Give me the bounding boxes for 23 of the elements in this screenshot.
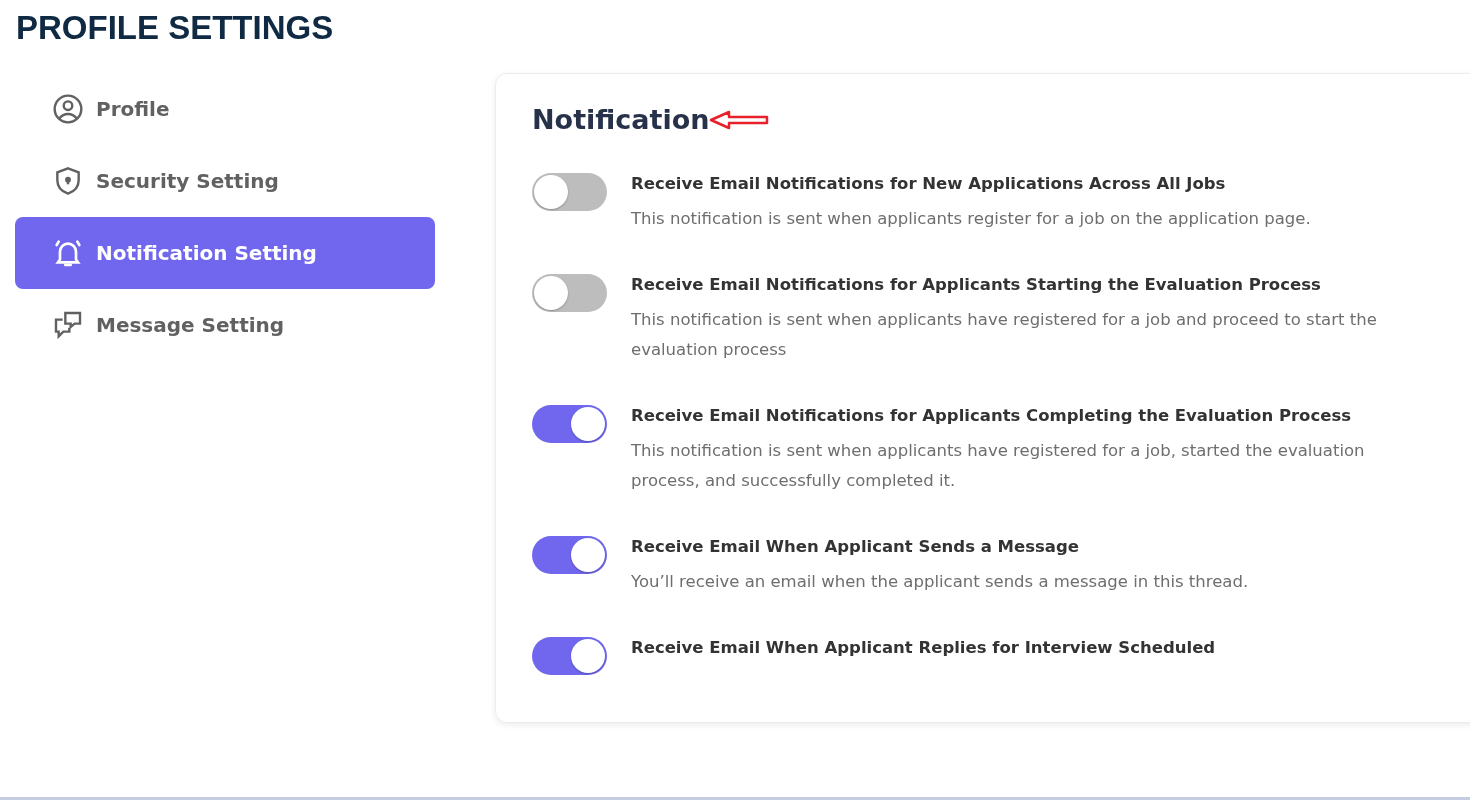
setting-title: Receive Email When Applicant Replies for Interview Scheduled — [631, 637, 1217, 659]
user-circle-icon — [52, 93, 84, 125]
setting-description: This notification is sent when applicants register for a job on the application page. — [631, 208, 1312, 230]
bell-icon — [52, 237, 84, 269]
sidebar-item[interactable]: Security Setting — [15, 145, 435, 217]
setting-description: This notification is sent when applicants have registered for a job and proceed to start the evaluation process — [631, 309, 1378, 361]
setting-title: Receive Email Notifications for New Applications Across All Jobs — [631, 173, 1227, 195]
setting-title: Receive Email When Applicant Sends a Message — [631, 536, 1080, 558]
toggle-switch[interactable] — [532, 274, 607, 312]
toggle-switch[interactable] — [532, 536, 607, 574]
panel-title: Notification — [532, 104, 710, 135]
setting-title: Receive Email Notifications for Applicants Starting the Evaluation Process — [631, 274, 1322, 296]
setting-description: This notification is sent when applicants have registered for a job, started the evaluation process, and successfully completed it. — [631, 440, 1366, 492]
chat-bubbles-icon — [52, 309, 84, 341]
toggle-switch[interactable] — [532, 173, 607, 211]
sidebar-item[interactable]: Notification Setting — [15, 217, 435, 289]
setting-description: You’ll receive an email when the applicant sends a message in this thread. — [631, 571, 1250, 593]
setting-title: Receive Email Notifications for Applicants Completing the Evaluation Process — [631, 405, 1353, 427]
toggle-switch[interactable] — [532, 405, 607, 443]
sidebar-item[interactable]: Profile — [15, 73, 435, 145]
toggle-switch[interactable] — [532, 637, 607, 675]
sidebar-item[interactable]: Message Setting — [15, 289, 435, 361]
page-title: PROFILE SETTINGS — [15, 8, 335, 48]
